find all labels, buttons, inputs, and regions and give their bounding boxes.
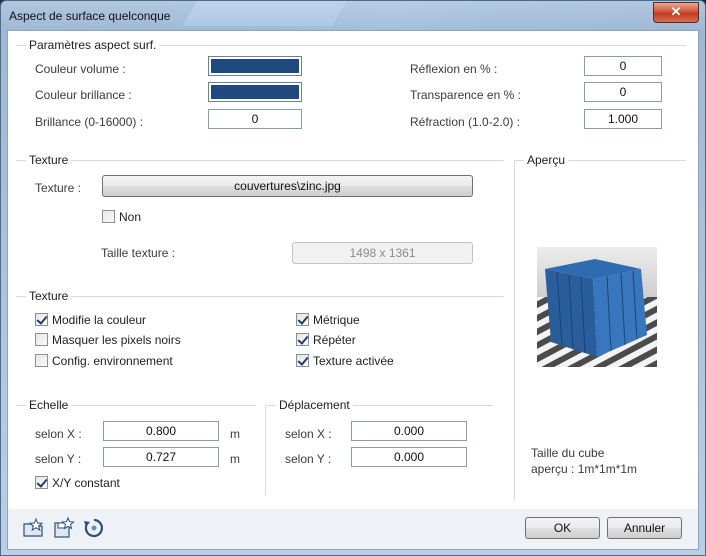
echelle-x-unit: m [230, 427, 240, 441]
xy-constant-label: X/Y constant [52, 476, 120, 490]
annuler-button[interactable]: Annuler [607, 517, 682, 539]
brillance-label: Brillance (0-16000) : [35, 115, 144, 129]
modifie-couleur-label: Modifie la couleur [52, 313, 147, 327]
deplacement-x-input[interactable] [351, 421, 467, 441]
deplacement-x-label: selon X : [285, 427, 332, 441]
echelle-y-label: selon Y : [35, 452, 82, 466]
apercu-caption-line1: Taille du cube [531, 446, 605, 460]
separator-apercu [514, 160, 515, 500]
metrique-label: Métrique [313, 313, 360, 327]
cube-preview-image [537, 247, 657, 367]
reset-icon[interactable] [82, 516, 106, 540]
repeter-label: Répéter [313, 333, 356, 347]
apercu-caption-line2: aperçu : 1m*1m*1m [531, 462, 638, 476]
non-label: Non [119, 210, 142, 224]
deplacement-y-input[interactable] [351, 447, 467, 467]
echelle-y-input[interactable] [103, 447, 219, 467]
bottom-bar: OK Annuler [7, 509, 699, 550]
couleur-volume-swatch[interactable] [208, 56, 302, 76]
couleur-volume-label: Couleur volume : [35, 62, 126, 76]
repeter-checkbox[interactable] [296, 333, 309, 346]
group-title-texture-file: Texture [26, 153, 72, 167]
texture-file-button[interactable]: couvertures\zinc.jpg [102, 175, 473, 197]
texture-label: Texture : [35, 181, 82, 195]
group-line-texture-options [16, 296, 504, 297]
texture-activee-label: Texture activée [313, 354, 394, 368]
modifie-couleur-checkbox[interactable] [35, 313, 48, 326]
group-title-surface: Paramètres aspect surf. [26, 38, 160, 52]
transparence-label: Transparence en % : [410, 88, 521, 102]
ok-button[interactable]: OK [525, 517, 600, 539]
deplacement-y-label: selon Y : [285, 452, 332, 466]
cube-preview-icon [537, 247, 657, 367]
window-title: Aspect de surface quelconque [9, 9, 171, 23]
reflexion-label: Réflexion en % : [410, 62, 498, 76]
group-title-apercu: Aperçu [524, 153, 569, 167]
group-title-deplacement: Déplacement [276, 398, 353, 412]
close-icon: ✕ [670, 4, 682, 19]
xy-constant-checkbox[interactable] [35, 476, 48, 489]
taille-texture-value: 1498 x 1361 [292, 242, 473, 264]
non-checkbox[interactable] [102, 210, 115, 223]
texture-activee-checkbox[interactable] [296, 354, 309, 367]
separator-vertical [265, 405, 266, 495]
masquer-pixels-checkbox[interactable] [35, 333, 48, 346]
refraction-label: Réfraction (1.0-2.0) : [410, 115, 521, 129]
save-favorite-icon[interactable] [52, 516, 76, 540]
echelle-x-input[interactable] [103, 421, 219, 441]
open-favorite-icon[interactable] [22, 516, 46, 540]
taille-texture-label: Taille texture : [101, 246, 176, 260]
config-environnement-label: Config. environnement [52, 354, 173, 368]
transparence-input[interactable] [584, 82, 662, 102]
group-line-texture-file [16, 160, 504, 161]
metrique-checkbox[interactable] [296, 313, 309, 326]
echelle-x-label: selon X : [35, 427, 82, 441]
group-title-texture-options: Texture [26, 289, 72, 303]
masquer-pixels-label: Masquer les pixels noirs [52, 333, 181, 347]
config-environnement-checkbox[interactable] [35, 354, 48, 367]
echelle-y-unit: m [230, 452, 240, 466]
reflexion-input[interactable] [584, 56, 662, 76]
title-bar: Aspect de surface quelconque ✕ [1, 1, 705, 31]
couleur-brillance-swatch[interactable] [208, 82, 302, 102]
refraction-input[interactable] [584, 109, 662, 129]
dialog-client-area: Paramètres aspect surf. Couleur volume :… [7, 30, 699, 510]
brillance-input[interactable] [208, 109, 302, 129]
couleur-brillance-label: Couleur brillance : [35, 88, 132, 102]
close-button[interactable]: ✕ [653, 2, 699, 23]
group-title-echelle: Echelle [26, 398, 72, 412]
